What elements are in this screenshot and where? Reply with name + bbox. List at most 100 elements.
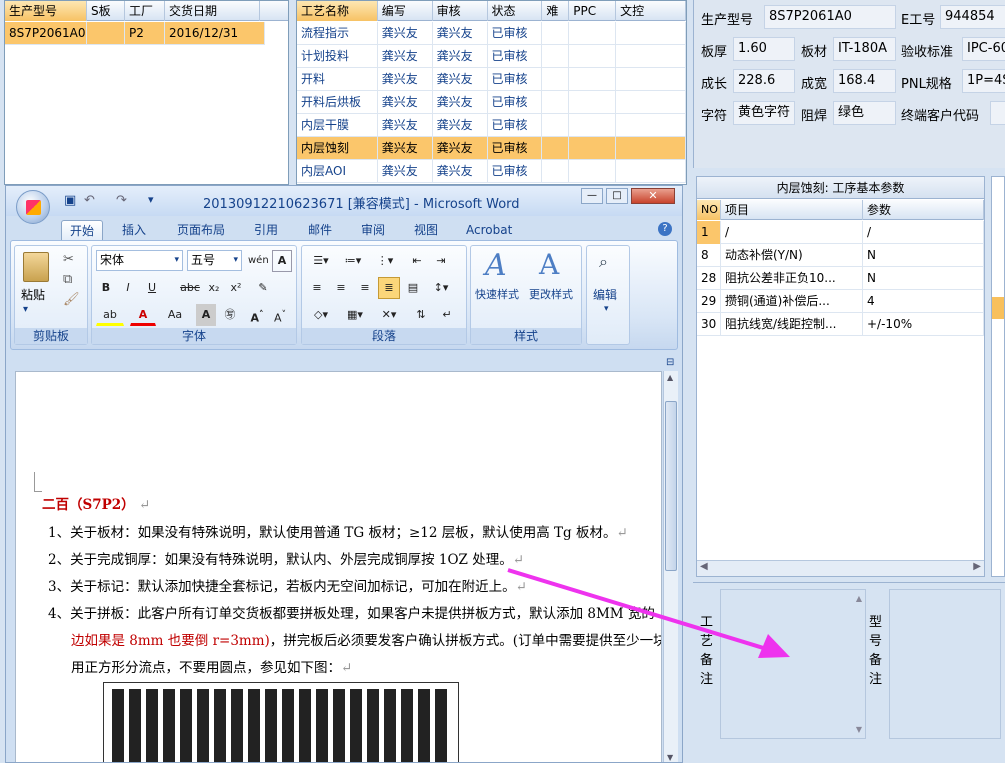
font-color-icon[interactable]: A (130, 304, 156, 326)
table-row[interactable]: 内层蚀刻 龚兴友 龚兴友 已审核 (297, 137, 686, 160)
align-left-icon[interactable]: ≡ (306, 277, 328, 299)
editing-button[interactable]: 编辑 (593, 286, 617, 303)
increase-indent-icon[interactable]: ⇥ (430, 250, 452, 272)
col-header-doc-control[interactable]: 文控 (616, 1, 686, 21)
tab-acrobat[interactable]: Acrobat (458, 220, 520, 240)
tab-insert[interactable]: 插入 (114, 220, 154, 240)
col-header-status[interactable]: 状态 (488, 1, 543, 21)
shrink-font-icon[interactable]: A˅ (270, 304, 290, 326)
italic-icon[interactable]: I (118, 277, 138, 299)
col-header-s[interactable]: S板 (87, 1, 125, 21)
multilevel-list-icon[interactable]: ⋮▾ (370, 250, 400, 272)
justify-icon[interactable]: ≣ (378, 277, 400, 299)
col-header-param[interactable]: 参数 (863, 200, 984, 220)
minimize-button[interactable]: — (581, 188, 603, 204)
table-row[interactable]: 8 动态补偿(Y/N) N (697, 244, 984, 267)
pnl-field[interactable]: 1P=4S (962, 69, 1005, 93)
customer-field[interactable] (990, 101, 1005, 125)
help-icon[interactable]: ? (658, 222, 672, 236)
undo-icon[interactable]: ↶ (84, 193, 95, 208)
save-icon[interactable]: ▣ (64, 193, 76, 208)
chevron-down-icon[interactable]: ▾ (174, 251, 179, 270)
material-field[interactable]: IT-180A (833, 37, 896, 61)
table-row[interactable]: 内层AOI 龚兴友 龚兴友 已审核 (297, 160, 686, 183)
col-header-ppc[interactable]: PPC (569, 1, 617, 21)
scroll-right-icon[interactable]: ▶ (973, 561, 981, 572)
scroll-up-icon[interactable]: ▲ (667, 373, 673, 382)
enclose-char-icon[interactable]: ㊢ (220, 304, 240, 326)
table-row[interactable]: 29 攒铜(通道)补偿后... 4 (697, 290, 984, 313)
paste-button[interactable]: 粘贴 (21, 286, 45, 303)
tab-view[interactable]: 视图 (406, 220, 446, 240)
table-row[interactable]: 开料后烘板 龚兴友 龚兴友 已审核 (297, 91, 686, 114)
quick-styles-button[interactable]: 快速样式 (475, 286, 519, 302)
chevron-down-icon[interactable]: ▾ (233, 251, 238, 270)
tab-home[interactable]: 开始 (61, 220, 104, 240)
chinese-layout-icon[interactable]: ✕▾ (374, 304, 404, 326)
scroll-down-icon[interactable]: ▼ (856, 725, 862, 734)
format-painter-icon[interactable]: 🖌 (63, 292, 80, 307)
clear-format-icon[interactable]: ✎ (252, 277, 274, 299)
change-styles-button[interactable]: 更改样式 (529, 286, 573, 302)
quick-styles-icon[interactable]: A (485, 248, 507, 283)
qat-dropdown-icon[interactable]: ▾ (148, 193, 154, 206)
model-field[interactable]: 8S7P2061A0 (764, 5, 896, 29)
redo-icon[interactable]: ↷ (116, 193, 127, 208)
char-shading-icon[interactable]: A (196, 304, 216, 326)
e-field[interactable]: 944854 (940, 5, 1005, 29)
subscript-icon[interactable]: x₂ (204, 277, 224, 299)
bullets-icon[interactable]: ☰▾ (306, 250, 336, 272)
col-header-model[interactable]: 生产型号 (5, 1, 87, 21)
col-header-item[interactable]: 项目 (721, 200, 863, 220)
table-row[interactable]: 8S7P2061A0 P2 2016/12/31 (5, 22, 265, 45)
table-row[interactable]: 30 阻抗线宽/线距控制... +/-10% (697, 313, 984, 336)
change-styles-icon[interactable]: A (539, 248, 559, 281)
underline-icon[interactable]: U (140, 277, 164, 299)
table-row[interactable]: 计划投料 龚兴友 龚兴友 已审核 (297, 45, 686, 68)
decrease-indent-icon[interactable]: ⇤ (406, 250, 428, 272)
highlight-icon[interactable]: ab (96, 304, 124, 326)
tab-review[interactable]: 审阅 (353, 220, 393, 240)
paste-icon[interactable] (23, 252, 49, 282)
paste-dropdown-icon[interactable]: ▾ (23, 304, 28, 315)
borders-icon[interactable]: ▦▾ (340, 304, 370, 326)
show-marks-icon[interactable]: ↵ (436, 304, 458, 326)
editing-dropdown-icon[interactable]: ▾ (604, 304, 609, 314)
col-header-difficulty[interactable]: 难 (542, 1, 570, 21)
bold-icon[interactable]: B (96, 277, 116, 299)
font-name-combo[interactable]: 宋体 ▾ (96, 250, 183, 271)
maximize-button[interactable]: □ (606, 188, 628, 204)
align-right-icon[interactable]: ≡ (354, 277, 376, 299)
binoculars-icon[interactable]: ⌕ (599, 252, 608, 272)
font-size-combo[interactable]: 五号 ▾ (187, 250, 242, 271)
col-header-reviewer[interactable]: 审核 (433, 1, 488, 21)
table-row[interactable]: 内层干膜 龚兴友 龚兴友 已审核 (297, 114, 686, 137)
strikethrough-icon[interactable]: abc (178, 277, 202, 299)
thickness-field[interactable]: 1.60 (733, 37, 795, 61)
col-header-factory[interactable]: 工厂 (125, 1, 165, 21)
sort-icon[interactable]: ⇅ (410, 304, 432, 326)
distributed-icon[interactable]: ▤ (402, 277, 424, 299)
col-header-date[interactable]: 交货日期 (165, 1, 260, 21)
col-header-no[interactable]: NO (697, 200, 721, 220)
scroll-up-icon[interactable]: ▲ (856, 594, 862, 603)
scroll-down-icon[interactable]: ▼ (667, 753, 673, 762)
mask-field[interactable]: 绿色 (833, 101, 896, 125)
cut-icon[interactable]: ✂ (63, 252, 74, 267)
tab-references[interactable]: 引用 (246, 220, 286, 240)
table-row[interactable]: 28 阻抗公差非正负10... N (697, 267, 984, 290)
change-case-icon[interactable]: Aa (162, 304, 188, 326)
numbering-icon[interactable]: ≔▾ (338, 250, 368, 272)
shading-icon[interactable]: ◇▾ (306, 304, 336, 326)
tab-mailings[interactable]: 邮件 (300, 220, 340, 240)
grow-font-icon[interactable]: A˄ (247, 304, 267, 326)
ruler-toggle-icon[interactable]: ⊟ (666, 357, 674, 368)
phonetic-guide-icon[interactable]: wén (247, 250, 269, 272)
close-button[interactable]: ✕ (631, 188, 675, 204)
superscript-icon[interactable]: x² (226, 277, 246, 299)
standard-field[interactable]: IPC-60 (962, 37, 1005, 61)
scroll-thumb[interactable] (665, 401, 677, 571)
model-remark-field[interactable] (889, 589, 1001, 739)
col-header-process[interactable]: 工艺名称 (297, 1, 378, 21)
table-row[interactable]: 开料 龚兴友 龚兴友 已审核 (297, 68, 686, 91)
